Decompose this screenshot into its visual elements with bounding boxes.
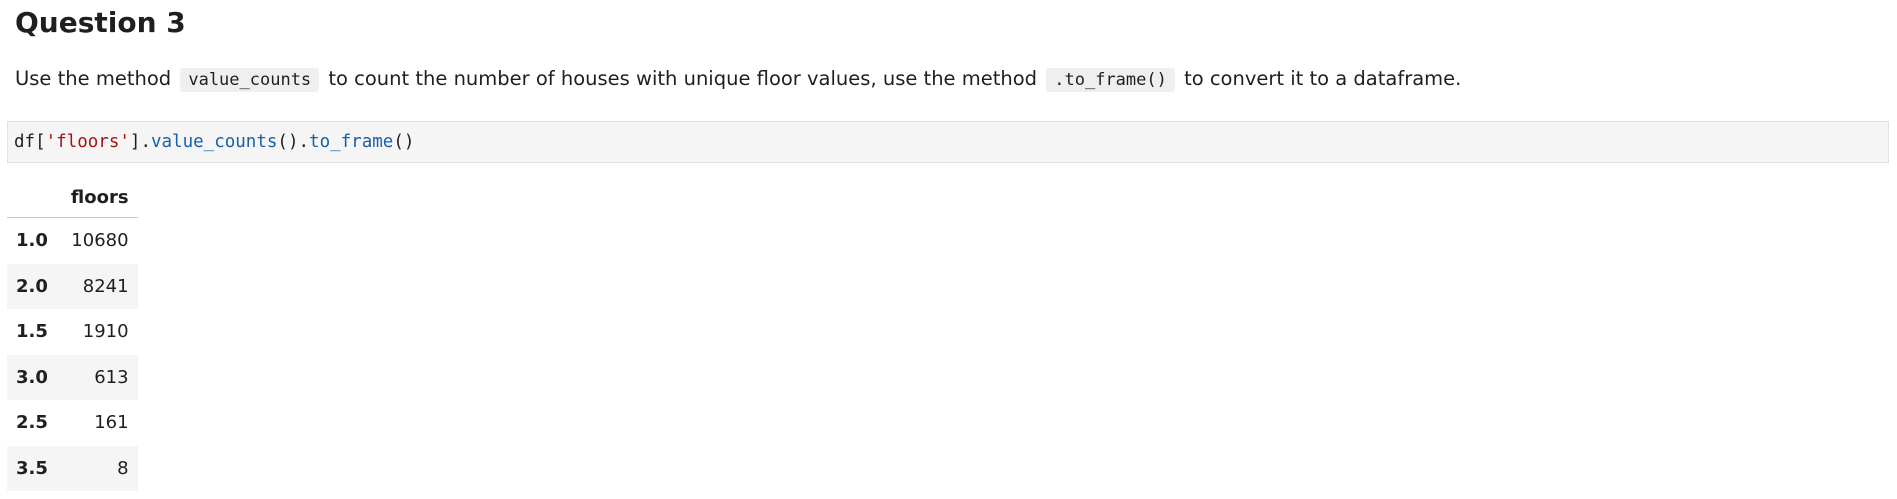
row-value: 10680 (71, 230, 129, 252)
row-value: 161 (94, 412, 129, 434)
code-cell[interactable]: df['floors'].value_counts().to_frame() (7, 121, 1889, 163)
column-header-floors: floors (61, 177, 138, 218)
code-token: ]. (129, 132, 151, 152)
question-text-part-2: to count the number of houses with uniqu… (328, 67, 1038, 90)
row-value: 613 (94, 366, 129, 388)
index-header (7, 177, 62, 218)
table-row: 1.0 10680 (7, 218, 138, 264)
code-token-function: to_frame (309, 132, 394, 152)
notebook: Question 3 Use the method value_counts t… (0, 0, 1897, 499)
question-title: Question 3 (15, 6, 186, 39)
row-value: 8241 (82, 275, 129, 297)
row-index: 2.0 (16, 275, 48, 297)
table-header-row: floors (7, 177, 138, 218)
code-line[interactable]: df['floors'].value_counts().to_frame() (14, 131, 414, 153)
code-token-function: value_counts (150, 132, 278, 152)
table-row: 2.0 8241 (7, 263, 138, 309)
row-index: 1.0 (16, 230, 48, 252)
row-value: 1910 (82, 321, 129, 343)
code-token: df[ (14, 132, 46, 152)
question-text: Use the method value_counts to count the… (15, 63, 1461, 96)
question-text-part-1: Use the method (15, 67, 172, 90)
row-value: 8 (117, 457, 129, 479)
row-index: 3.5 (16, 457, 48, 479)
table-row: 3.5 8 (7, 445, 138, 491)
row-index: 2.5 (16, 412, 48, 434)
code-token: () (393, 132, 415, 152)
row-index: 3.0 (16, 366, 48, 388)
inline-code-to-frame: .to_frame() (1046, 68, 1175, 92)
question-text-part-3: to convert it to a dataframe. (1184, 67, 1462, 90)
code-token-string: 'floors' (45, 132, 130, 152)
table-row: 1.5 1910 (7, 309, 138, 355)
output-area: floors 1.0 10680 2.0 8241 1.5 1910 3.0 6… (7, 177, 138, 491)
table-row: 3.0 613 (7, 354, 138, 400)
table-row: 2.5 161 (7, 400, 138, 446)
inline-code-value-counts: value_counts (180, 68, 320, 92)
row-index: 1.5 (16, 321, 48, 343)
code-token: (). (277, 132, 310, 152)
dataframe-table: floors 1.0 10680 2.0 8241 1.5 1910 3.0 6… (7, 177, 138, 491)
